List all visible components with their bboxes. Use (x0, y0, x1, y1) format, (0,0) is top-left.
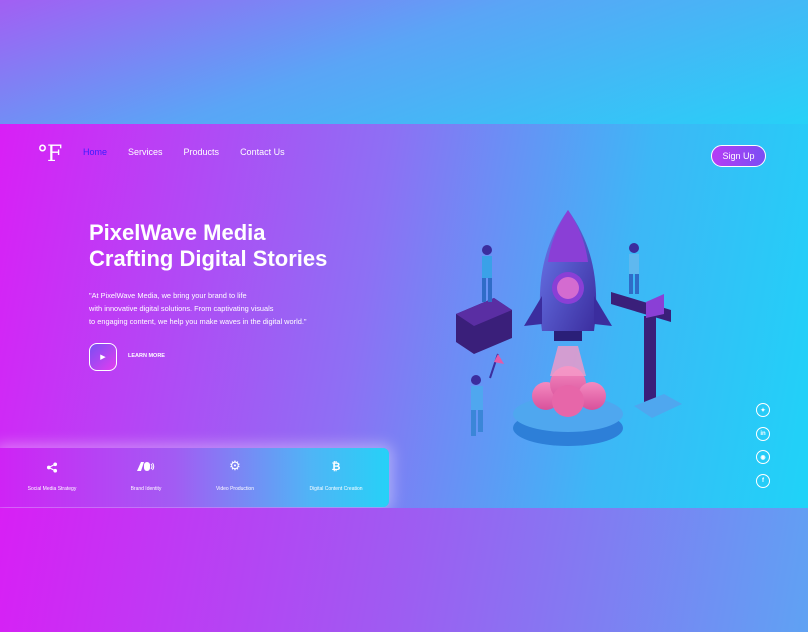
share-icon (46, 462, 58, 473)
brand-ad-icon (137, 462, 155, 471)
services-bar: Social Media Strategy Brand Identity ⚙ V… (0, 448, 389, 507)
nav-contact-us[interactable]: Contact Us (240, 147, 285, 157)
bitcoin-icon: ₿ (331, 461, 341, 473)
hero-description-line-2: with innovative digital solutions. From … (89, 304, 274, 313)
hero-section: °F Home Services Products Contact Us Sig… (0, 124, 808, 508)
service-label: Video Production (216, 486, 254, 492)
hero-title-line-1: PixelWave Media (89, 220, 266, 245)
service-label: Brand Identity (130, 486, 162, 492)
service-digital-content-creation[interactable]: ₿ Digital Content Creation (296, 448, 376, 507)
logo[interactable]: °F (37, 142, 62, 167)
linkedin-icon[interactable]: in (756, 427, 770, 441)
service-video-production[interactable]: ⚙ Video Production (203, 448, 267, 507)
top-background (0, 0, 808, 124)
nav-services[interactable]: Services (128, 147, 163, 157)
service-label: Digital Content Creation (309, 486, 363, 492)
facebook-icon[interactable]: f (756, 474, 770, 488)
twitter-icon[interactable]: ✦ (756, 403, 770, 417)
hero-title: PixelWave Media Crafting Digital Stories (89, 220, 327, 272)
hero-description-line-1: "At PixelWave Media, we bring your brand… (89, 291, 247, 300)
nav-home[interactable]: Home (83, 147, 107, 157)
service-brand-identity[interactable]: Brand Identity (114, 448, 178, 507)
instagram-icon[interactable]: ◉ (756, 450, 770, 464)
rocket-illustration (456, 210, 682, 446)
service-social-media-strategy[interactable]: Social Media Strategy (14, 448, 90, 507)
main-nav: Home Services Products Contact Us (83, 147, 306, 157)
bottom-background (0, 508, 808, 632)
hero-title-line-2: Crafting Digital Stories (89, 246, 328, 271)
sign-up-button[interactable]: Sign Up (711, 145, 766, 167)
nav-products[interactable]: Products (184, 147, 220, 157)
hero-description-line-3: to engaging content, we help you make wa… (89, 317, 307, 326)
service-label: Social Media Strategy (27, 486, 77, 492)
play-button[interactable]: ▶ (89, 343, 117, 371)
gear-icon: ⚙ (229, 458, 241, 473)
hero-description: "At PixelWave Media, we bring your brand… (89, 289, 389, 328)
play-icon: ▶ (100, 354, 106, 361)
learn-more-link[interactable]: LEARN MORE (128, 353, 165, 359)
